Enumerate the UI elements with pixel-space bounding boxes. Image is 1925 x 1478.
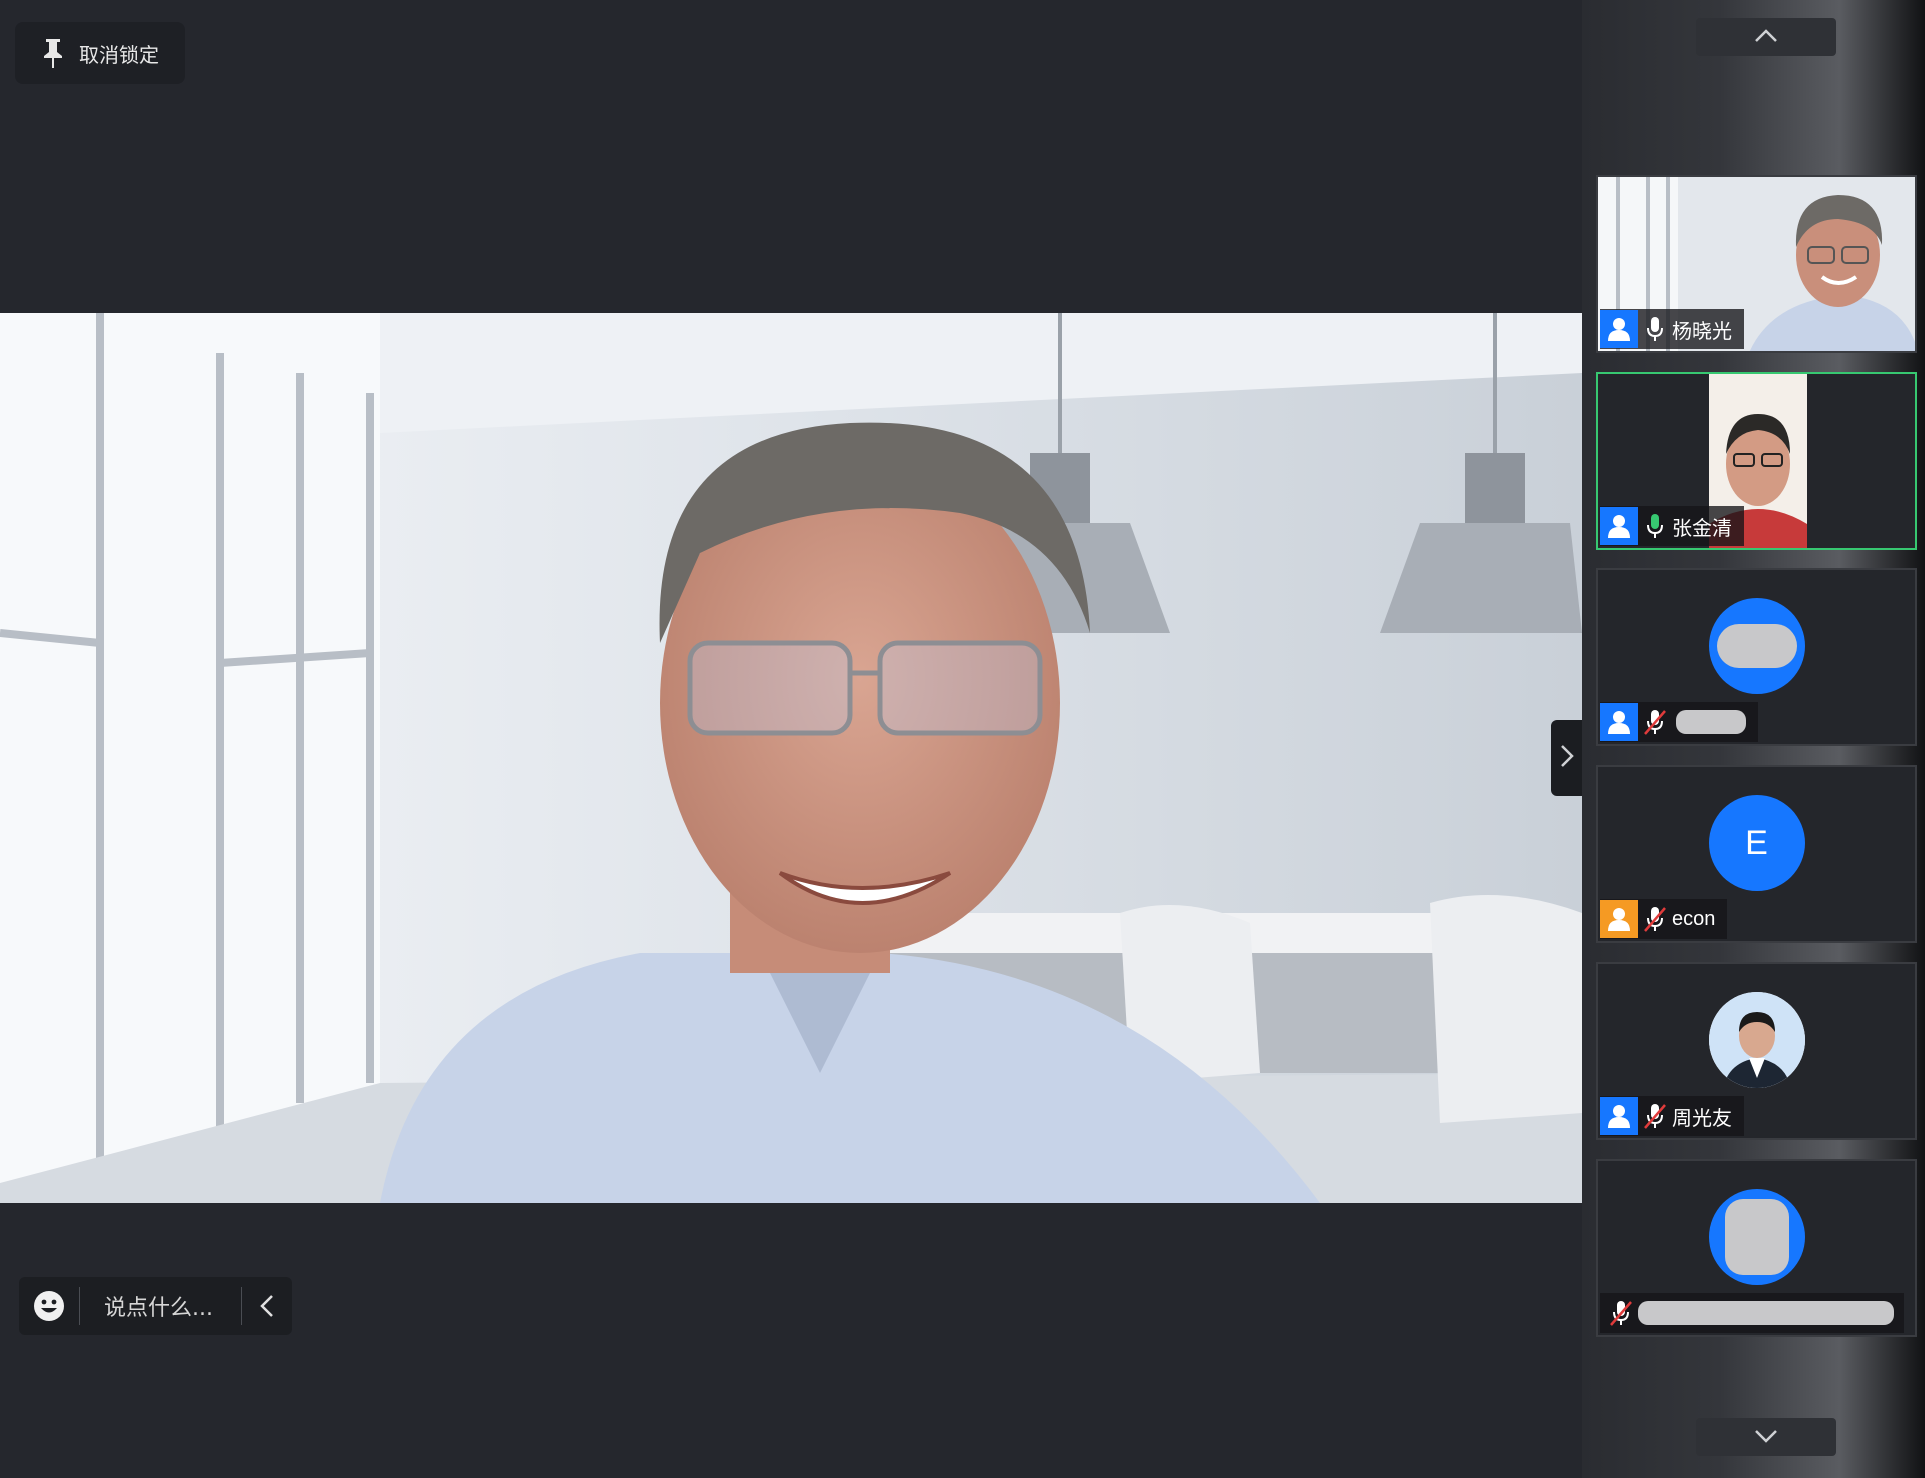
participant-name: 张金清 xyxy=(1672,515,1732,540)
pinned-video[interactable] xyxy=(0,313,1582,1203)
scroll-up-button[interactable] xyxy=(1696,18,1836,56)
person-icon xyxy=(1600,1097,1638,1135)
chevron-up-icon xyxy=(1754,28,1778,47)
mic-muted-icon xyxy=(1638,1097,1672,1135)
participant-name: econ xyxy=(1672,907,1716,930)
avatar xyxy=(1708,992,1805,1088)
person-icon xyxy=(1600,507,1638,545)
redacted-name xyxy=(1676,710,1746,734)
scroll-down-button[interactable] xyxy=(1696,1418,1836,1456)
avatar xyxy=(1708,1189,1805,1285)
participant-tile[interactable]: 张金清 xyxy=(1596,372,1917,550)
chat-input[interactable]: 说点什么... xyxy=(80,1290,241,1322)
avatar: E xyxy=(1708,795,1805,891)
participant-label: 周光友 xyxy=(1600,1096,1744,1136)
participant-label: 张金清 xyxy=(1600,506,1744,546)
chevron-right-icon xyxy=(1560,744,1574,772)
participant-name: 杨晓光 xyxy=(1672,318,1732,343)
chat-bar[interactable]: 说点什么... xyxy=(19,1277,292,1335)
chevron-left-icon[interactable] xyxy=(242,1294,292,1318)
redacted-name xyxy=(1638,1301,1894,1325)
mic-muted-icon xyxy=(1604,1294,1638,1332)
chevron-down-icon xyxy=(1754,1428,1778,1447)
participant-label xyxy=(1600,702,1758,742)
participant-tile[interactable]: 杨晓光 xyxy=(1596,175,1917,353)
participant-name: 周光友 xyxy=(1672,1105,1732,1130)
collapse-sidebar-button[interactable] xyxy=(1551,720,1583,796)
mic-muted-icon xyxy=(1638,900,1672,938)
participant-label: econ xyxy=(1600,899,1728,939)
unpin-label: 取消锁定 xyxy=(79,42,159,67)
redacted-initial xyxy=(1724,1199,1789,1275)
emoji-icon[interactable] xyxy=(19,1290,79,1322)
participant-tile[interactable]: 周光友 xyxy=(1596,962,1917,1140)
mic-muted-icon xyxy=(1638,703,1672,741)
main-stage: 取消锁定 说点什么... xyxy=(0,0,1583,1478)
participant-label xyxy=(1600,1293,1904,1333)
avatar xyxy=(1708,598,1805,694)
participant-label: 杨晓光 xyxy=(1600,309,1744,349)
participant-sidebar: 杨晓光 张金清 E econ 周光友 xyxy=(1582,0,1925,1478)
pin-icon xyxy=(35,35,71,71)
unpin-button[interactable]: 取消锁定 xyxy=(15,22,185,84)
participant-tile[interactable] xyxy=(1596,1159,1917,1337)
person-icon xyxy=(1600,900,1638,938)
participant-tile[interactable]: E econ xyxy=(1596,765,1917,943)
participant-tile[interactable] xyxy=(1596,568,1917,746)
mic-icon xyxy=(1638,310,1672,348)
person-icon xyxy=(1600,310,1638,348)
person-icon xyxy=(1600,703,1638,741)
mic-speaking-icon xyxy=(1638,507,1672,545)
redacted-initial xyxy=(1716,624,1797,668)
